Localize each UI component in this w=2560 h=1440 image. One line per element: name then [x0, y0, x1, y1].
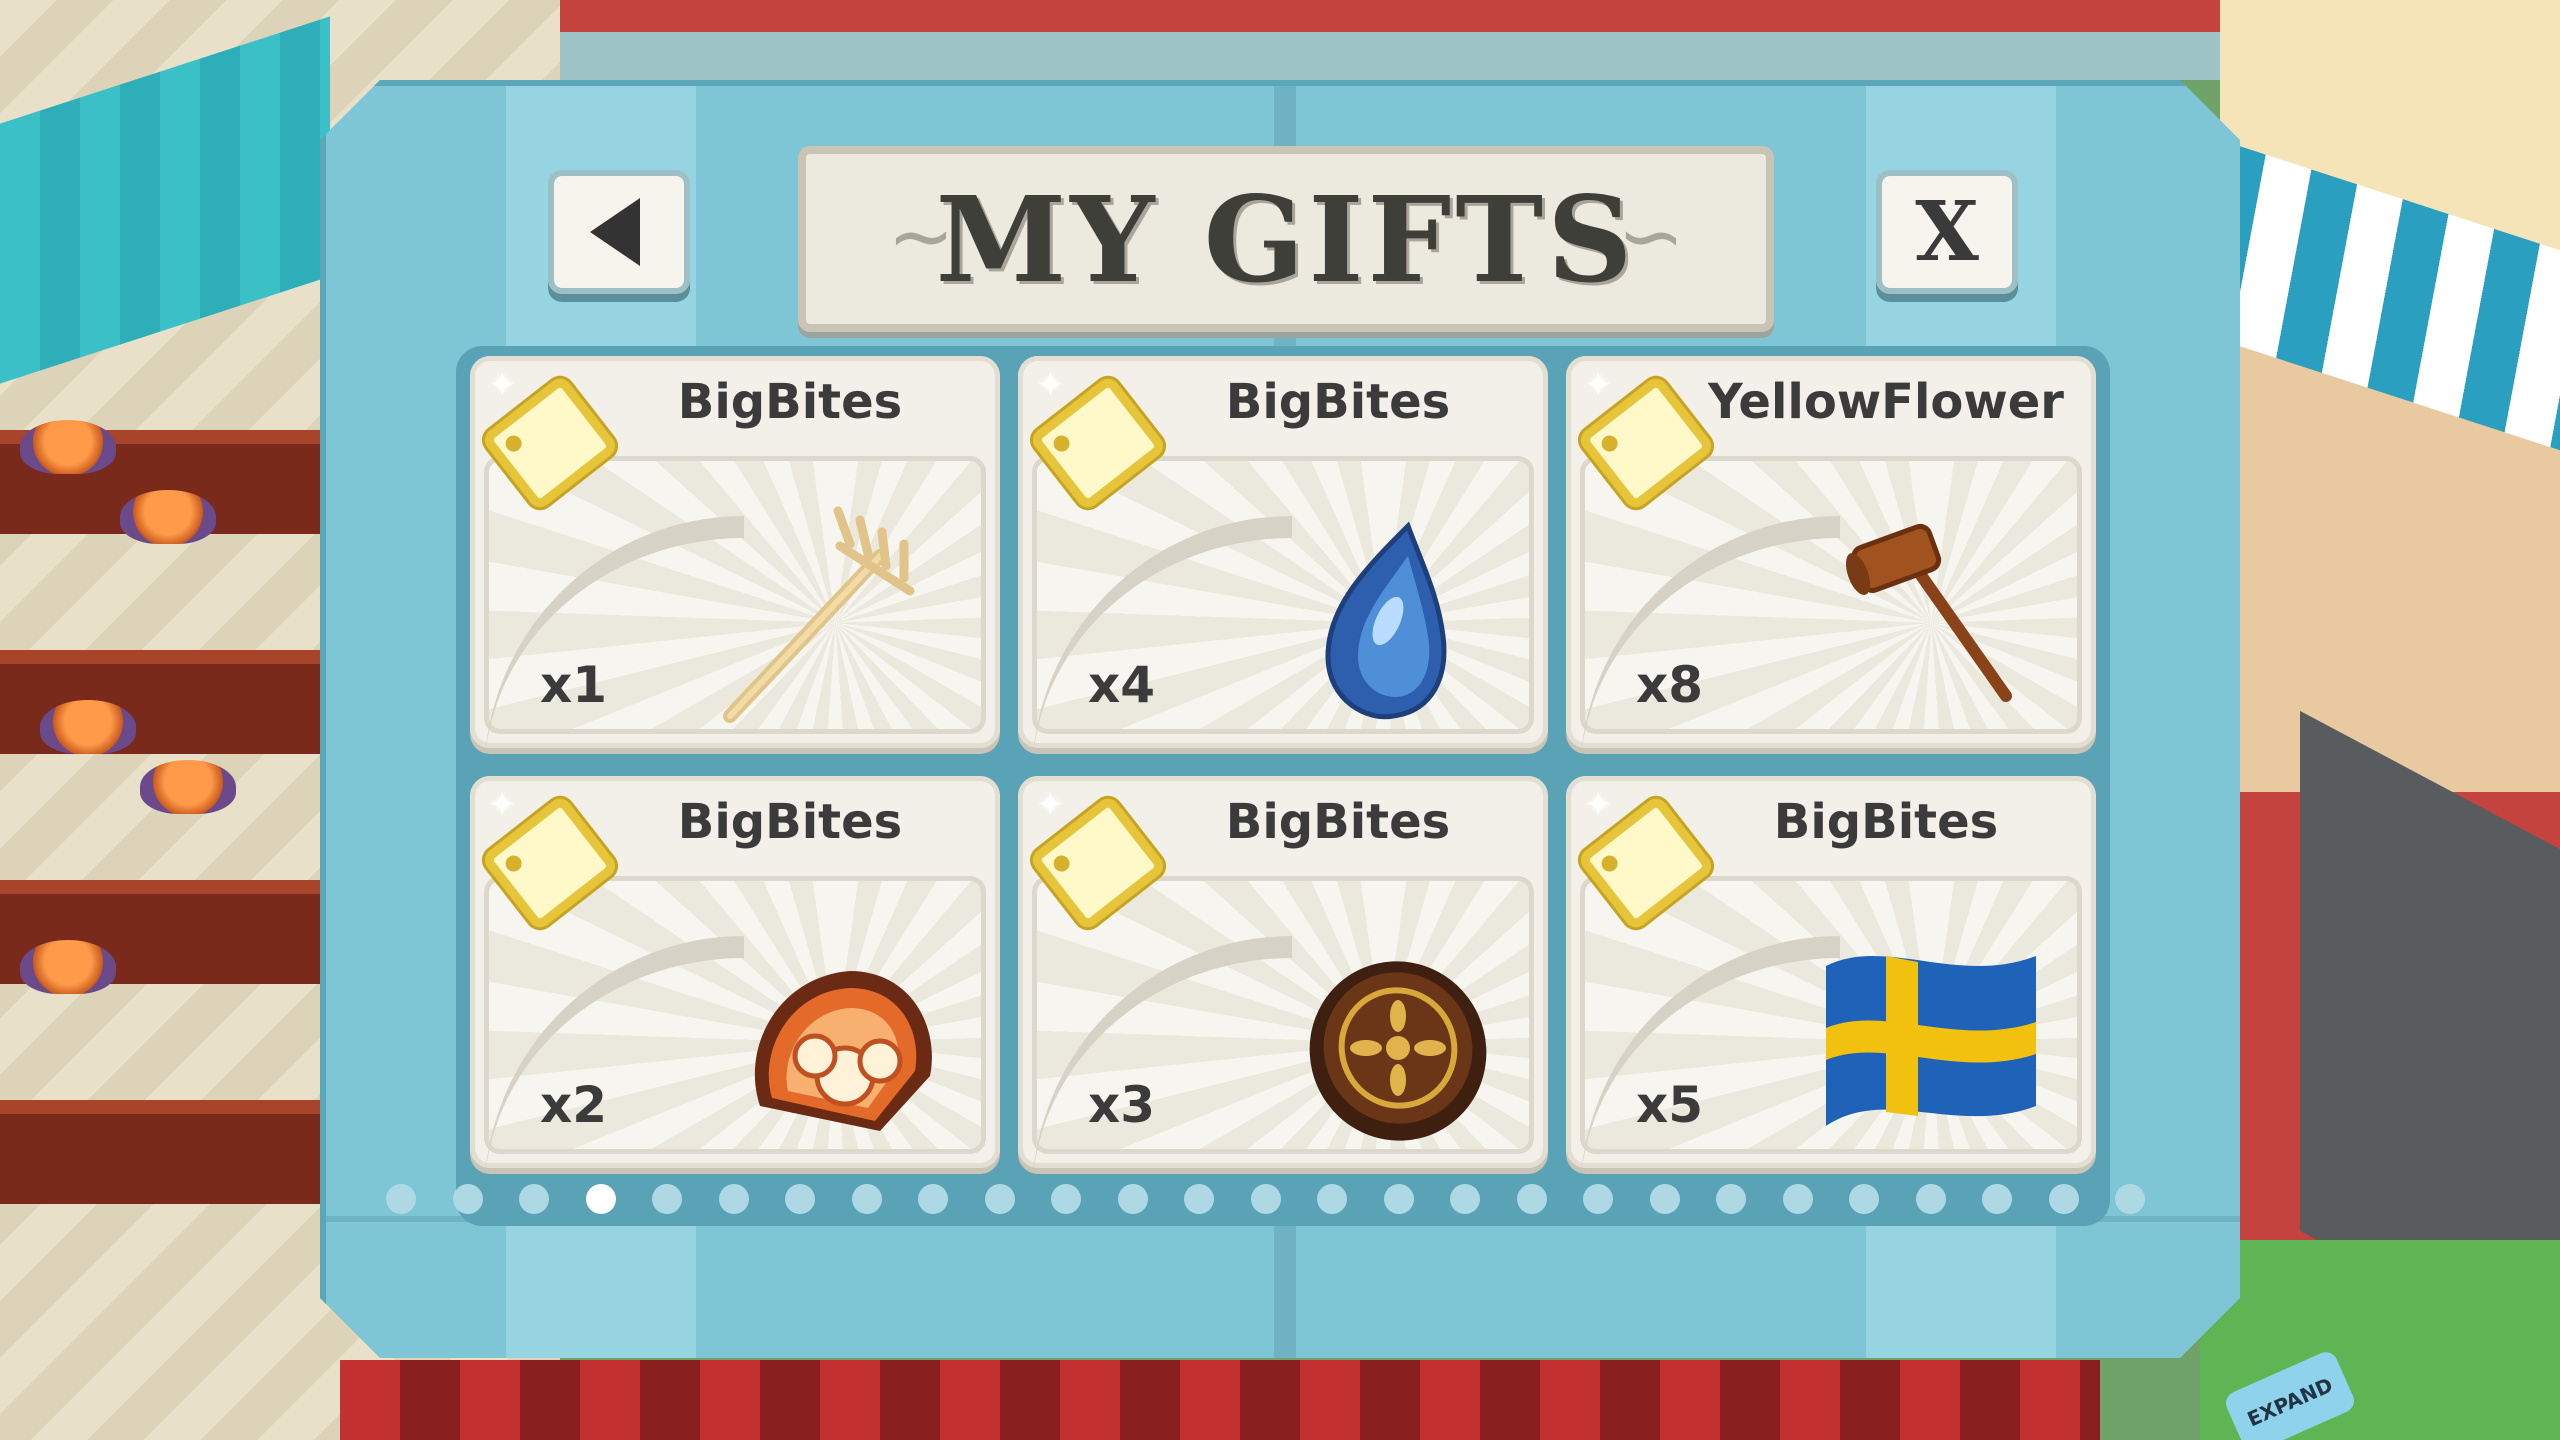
gift-card[interactable]: ✦ BigBites x5: [1566, 776, 2096, 1168]
turkey-tail-icon: [754, 971, 932, 1131]
page-dot[interactable]: [585, 1184, 616, 1214]
rake-icon: [723, 506, 915, 723]
sparkle-icon: ✦: [488, 365, 517, 405]
gift-sender: BigBites: [677, 374, 903, 430]
page-dot[interactable]: [386, 1184, 416, 1214]
sparkle-icon: ✦: [488, 785, 517, 825]
gift-card[interactable]: ✦ BigBites x2: [470, 776, 1000, 1168]
gift-card[interactable]: ✦ YellowFlower x8: [1566, 356, 2096, 748]
sparkle-icon: ✦: [1036, 365, 1065, 405]
page-dot[interactable]: [2115, 1184, 2145, 1214]
page-title: MY GIFTS: [935, 169, 1637, 309]
close-button[interactable]: X: [1876, 170, 2018, 294]
turkey-dish-decor: [120, 490, 216, 544]
page-dot[interactable]: [1849, 1184, 1879, 1214]
gift-quantity: x4: [1088, 656, 1156, 714]
back-button[interactable]: [548, 170, 690, 294]
my-gifts-dialog: ~ MY GIFTS ~ X ✦ BigBites x1 ✦ BigBites …: [320, 80, 2240, 1358]
sparkle-icon: ✦: [1584, 785, 1613, 825]
serving-counter: [0, 1100, 330, 1204]
page-dot[interactable]: [1184, 1184, 1214, 1214]
page-dot[interactable]: [1649, 1184, 1680, 1214]
page-dot[interactable]: [1383, 1184, 1414, 1214]
page-dot[interactable]: [785, 1184, 815, 1214]
gift-sender: BigBites: [1225, 374, 1451, 430]
gift-quantity: x5: [1636, 1076, 1704, 1134]
bottom-counter-strip: [340, 1360, 2100, 1440]
gift-sender: YellowFlower: [1708, 374, 2064, 430]
gift-quantity: x8: [1636, 656, 1704, 714]
turkey-dish-decor: [40, 700, 136, 754]
page-indicator: [386, 1184, 2186, 1214]
page-dot[interactable]: [652, 1184, 682, 1214]
flourish-right-icon: ~: [1617, 190, 1685, 283]
page-dot[interactable]: [1716, 1184, 1746, 1214]
gift-sender: BigBites: [1773, 794, 1999, 850]
page-dot[interactable]: [1982, 1184, 2012, 1214]
turkey-dish-decor: [20, 940, 116, 994]
page-dot[interactable]: [1915, 1184, 1946, 1214]
page-dot[interactable]: [1051, 1184, 1081, 1214]
page-dot[interactable]: [1450, 1184, 1480, 1214]
blue-droplet-icon: [1325, 521, 1447, 720]
page-dot[interactable]: [452, 1184, 483, 1214]
gift-quantity: x3: [1088, 1076, 1156, 1134]
street-top: [560, 0, 2220, 80]
page-dot[interactable]: [1250, 1184, 1281, 1214]
page-dot[interactable]: [1516, 1184, 1547, 1214]
page-dot[interactable]: [1117, 1184, 1148, 1214]
gift-sender: BigBites: [1225, 794, 1451, 850]
page-dot[interactable]: [1317, 1184, 1347, 1214]
page-dot[interactable]: [2048, 1184, 2079, 1214]
page-dot[interactable]: [851, 1184, 882, 1214]
close-icon: X: [1915, 184, 1979, 280]
page-dot[interactable]: [984, 1184, 1015, 1214]
gift-card[interactable]: ✦ BigBites x3: [1018, 776, 1548, 1168]
turkey-dish-decor: [20, 420, 116, 474]
page-dot[interactable]: [718, 1184, 749, 1214]
gift-card[interactable]: ✦ BigBites x4: [1018, 356, 1548, 748]
page-dot[interactable]: [918, 1184, 948, 1214]
back-arrow-icon: [590, 198, 640, 266]
page-dot[interactable]: [519, 1184, 549, 1214]
sparkle-icon: ✦: [1584, 365, 1613, 405]
title-banner: ~ MY GIFTS ~: [798, 146, 1774, 332]
gifts-grid: ✦ BigBites x1 ✦ BigBites x4 ✦ YellowFlow…: [456, 346, 2110, 1226]
gift-quantity: x2: [540, 1076, 608, 1134]
page-dot[interactable]: [1782, 1184, 1813, 1214]
gift-quantity: x1: [540, 656, 608, 714]
flourish-left-icon: ~: [887, 190, 955, 283]
sparkle-icon: ✦: [1036, 785, 1065, 825]
turkey-dish-decor: [140, 760, 236, 814]
chocolate-tart-icon: [1309, 961, 1487, 1141]
mallet-icon: [1845, 523, 2012, 702]
gift-sender: BigBites: [677, 794, 903, 850]
gift-card[interactable]: ✦ BigBites x1: [470, 356, 1000, 748]
swedish-flag-icon: [1826, 956, 2036, 1126]
page-dot[interactable]: [1583, 1184, 1613, 1214]
